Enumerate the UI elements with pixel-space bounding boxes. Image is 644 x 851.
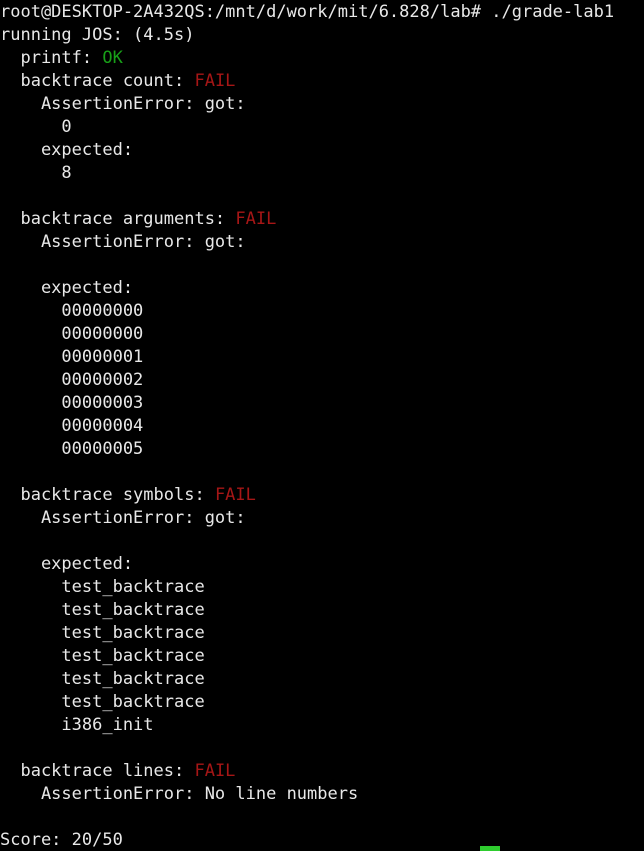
terminal-text-line: test_backtrace	[0, 669, 205, 689]
terminal-text-line: AssertionError: got:	[0, 94, 246, 114]
terminal-text-line: test_backtrace	[0, 577, 205, 597]
terminal-text-line: i386_init	[0, 715, 154, 735]
terminal-test-result-line: backtrace lines: FAIL	[0, 760, 644, 783]
test-status-badge: OK	[102, 48, 123, 68]
test-status-badge: FAIL	[194, 71, 236, 91]
test-name-label: backtrace arguments:	[0, 209, 236, 229]
terminal-text-line: 00000002	[0, 370, 144, 390]
terminal-test-result-line: backtrace symbols: FAIL	[0, 484, 644, 507]
terminal-text-line: 00000004	[0, 416, 144, 436]
terminal-test-result-line: printf: OK	[0, 47, 644, 70]
test-status-badge: FAIL	[214, 485, 256, 505]
test-name-label: backtrace lines:	[0, 761, 195, 781]
terminal-text-line: 00000000	[0, 324, 144, 344]
terminal-text-line: expected:	[0, 140, 134, 160]
terminal-text-line: AssertionError: got:	[0, 232, 246, 252]
terminal-text-line: running JOS: (4.5s)	[0, 25, 195, 45]
test-name-label: backtrace symbols:	[0, 485, 215, 505]
terminal-test-result-line: backtrace arguments: FAIL	[0, 208, 644, 231]
terminal-text-line: expected:	[0, 554, 134, 574]
terminal-text-line: 00000001	[0, 347, 144, 367]
terminal-output: root@DESKTOP-2A432QS:/mnt/d/work/mit/6.8…	[0, 1, 644, 851]
terminal-text-line: test_backtrace	[0, 623, 205, 643]
terminal-text-line: expected:	[0, 278, 134, 298]
terminal-text-line: 8	[0, 163, 72, 183]
terminal-text-line: 00000000	[0, 301, 144, 321]
terminal-text-line: AssertionError: got:	[0, 508, 246, 528]
terminal-text-line: test_backtrace	[0, 692, 205, 712]
test-name-label: backtrace count:	[0, 71, 195, 91]
terminal-text-line: 0	[0, 117, 72, 137]
terminal-text-line: 00000003	[0, 393, 144, 413]
terminal-prompt-line: root@DESKTOP-2A432QS:/mnt/d/work/mit/6.8…	[0, 2, 615, 22]
test-status-badge: FAIL	[194, 761, 236, 781]
terminal-window[interactable]: root@DESKTOP-2A432QS:/mnt/d/work/mit/6.8…	[0, 0, 644, 851]
terminal-test-result-line: backtrace count: FAIL	[0, 70, 644, 93]
terminal-text-line: 00000005	[0, 439, 144, 459]
terminal-text-line: AssertionError: No line numbers	[0, 784, 359, 804]
terminal-text-line: test_backtrace	[0, 646, 205, 666]
terminal-text-line: test_backtrace	[0, 600, 205, 620]
terminal-cursor	[480, 846, 500, 851]
test-status-badge: FAIL	[235, 209, 277, 229]
test-name-label: printf:	[0, 48, 103, 68]
terminal-text-line: Score: 20/50	[0, 830, 123, 850]
